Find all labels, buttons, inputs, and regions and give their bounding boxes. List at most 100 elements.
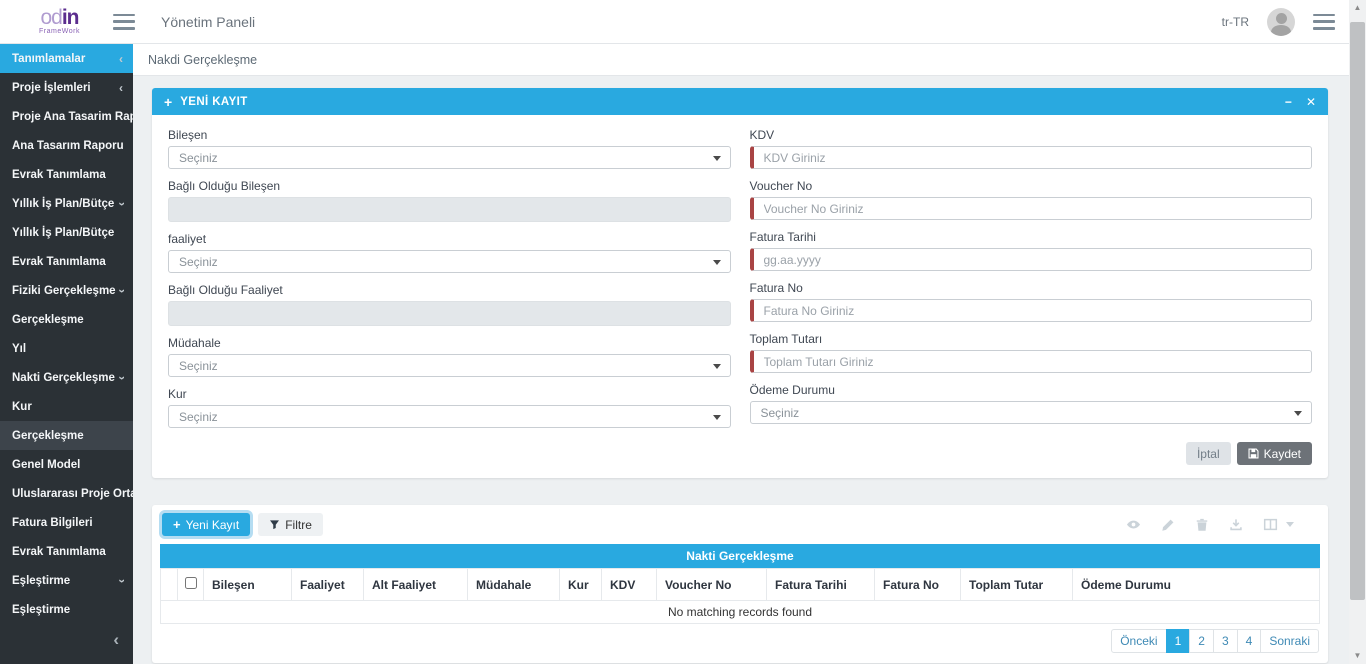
scrollbar-thumb[interactable] <box>1350 22 1365 600</box>
column-header[interactable]: Kur <box>560 569 602 601</box>
sidebar-item[interactable]: Fiziki Gerçekleşme‹ <box>0 276 133 305</box>
text-input[interactable] <box>750 248 1313 271</box>
column-header[interactable]: Voucher No <box>657 569 767 601</box>
sidebar-item[interactable]: Tanımlamalar‹ <box>0 44 133 73</box>
sidebar-toggle-icon[interactable] <box>113 14 135 30</box>
column-header[interactable]: Bileşen <box>204 569 292 601</box>
pagination-page-button[interactable]: 4 <box>1237 629 1262 653</box>
field-label: Bileşen <box>168 128 731 142</box>
cancel-button[interactable]: İptal <box>1186 442 1231 465</box>
locale-selector[interactable]: tr-TR <box>1222 15 1249 29</box>
filter-button[interactable]: Filtre <box>258 513 323 536</box>
column-header[interactable]: Faaliyet <box>292 569 364 601</box>
sidebar-item[interactable]: Gerçekleşme <box>0 421 133 450</box>
column-header[interactable]: Müdahale <box>468 569 560 601</box>
sidebar-item[interactable]: Ana Tasarım Raporu <box>0 131 133 160</box>
records-table-card: +Yeni Kayıt Filtre Nakti Gerçekleşme Bil… <box>152 505 1328 663</box>
sidebar-item-label: Evrak Tanımlama <box>12 546 106 558</box>
pagination-page-button[interactable]: 3 <box>1213 629 1238 653</box>
sidebar-item-label: Evrak Tanımlama <box>12 256 106 268</box>
sidebar-item[interactable]: Yıl <box>0 334 133 363</box>
select-input[interactable]: Seçiniz <box>168 405 731 428</box>
user-avatar[interactable] <box>1267 8 1295 36</box>
sidebar-item[interactable]: Evrak Tanımlama <box>0 537 133 566</box>
app-logo[interactable]: odin FrameWork <box>0 0 105 44</box>
close-icon[interactable]: ✕ <box>1306 96 1316 108</box>
text-input[interactable] <box>750 146 1313 169</box>
pagination-prev-button[interactable]: Önceki <box>1111 629 1166 653</box>
sidebar-menu: Tanımlamalar‹ Proje İşlemleri ‹ Proje Ana T… <box>0 44 133 624</box>
select-value: Seçiniz <box>179 359 218 373</box>
select-all-cell <box>178 569 204 601</box>
column-header[interactable]: KDV <box>602 569 657 601</box>
settings-menu-icon[interactable] <box>1313 14 1335 30</box>
column-header[interactable]: Fatura Tarihi <box>767 569 875 601</box>
disabled-input <box>168 301 731 326</box>
column-header[interactable]: Toplam Tutar <box>961 569 1073 601</box>
select-all-checkbox[interactable] <box>185 577 197 589</box>
empty-message: No matching records found <box>161 601 1320 624</box>
pagination-row: Önceki1234Sonraki <box>160 624 1320 655</box>
sidebar-item[interactable]: Nakti Gerçekleşme‹ <box>0 363 133 392</box>
new-record-panel: + YENİ KAYIT − ✕ BileşenSeçinizBağlı Old… <box>152 88 1328 478</box>
edit-icon[interactable] <box>1161 518 1175 532</box>
sidebar-item-label: Proje İşlemleri <box>12 82 91 94</box>
pagination-page-button[interactable]: 1 <box>1166 629 1191 653</box>
sidebar-item[interactable]: Kur <box>0 392 133 421</box>
scroll-down-icon[interactable]: ▼ <box>1349 648 1366 664</box>
logo-part1: od <box>40 6 61 29</box>
text-input[interactable] <box>750 299 1313 322</box>
save-button[interactable]: Kaydet <box>1237 442 1312 465</box>
sidebar-item[interactable]: Fatura Bilgileri <box>0 508 133 537</box>
minimize-icon[interactable]: − <box>1285 96 1292 108</box>
sidebar-item[interactable]: Proje İşlemleri ‹ <box>0 73 133 102</box>
field-label: Müdahale <box>168 336 731 350</box>
form-field: Bileşen Seçiniz <box>168 128 731 169</box>
scroll-up-icon[interactable]: ▲ <box>1349 0 1366 16</box>
column-header[interactable]: Ödeme Durumu <box>1073 569 1320 601</box>
chevron-down-icon[interactable] <box>1286 522 1294 527</box>
select-input[interactable]: Seçiniz <box>168 354 731 377</box>
pagination-page-button[interactable]: 2 <box>1189 629 1214 653</box>
chevron-left-icon: ‹ <box>119 81 123 95</box>
sidebar-item[interactable]: Eşleştirme‹ <box>0 566 133 595</box>
download-icon[interactable] <box>1229 518 1243 532</box>
records-table: BileşenFaaliyet Alt Faaliyet MüdahaleKurKD… <box>160 568 1320 624</box>
column-header-label: Toplam Tutar <box>969 578 1043 592</box>
column-header-label: Fatura Tarihi <box>775 578 847 592</box>
sidebar-item[interactable]: Genel Model <box>0 450 133 479</box>
columns-icon[interactable] <box>1263 517 1278 532</box>
select-input[interactable]: Seçiniz <box>750 401 1313 424</box>
save-label: Kaydet <box>1264 447 1301 461</box>
sidebar-item-label: Kur <box>12 401 32 413</box>
filter-icon <box>269 519 280 530</box>
sidebar-item[interactable]: Gerçekleşme <box>0 305 133 334</box>
sidebar-item-label: Genel Model <box>12 459 80 471</box>
view-icon[interactable] <box>1126 517 1141 532</box>
logo-text: odin <box>40 9 78 27</box>
text-input[interactable] <box>750 350 1313 373</box>
select-input[interactable]: Seçiniz <box>168 146 731 169</box>
sidebar-collapse-icon[interactable]: ‹ <box>113 630 119 650</box>
sidebar-item[interactable]: Yıllık İş Plan/Bütçe <box>0 218 133 247</box>
sidebar-item[interactable]: Yıllık İş Plan/Bütçe‹ <box>0 189 133 218</box>
select-input[interactable]: Seçiniz <box>168 250 731 273</box>
sidebar-item[interactable]: Proje Ana Tasarim Raporu‹ <box>0 102 133 131</box>
new-record-button[interactable]: +Yeni Kayıt <box>162 513 250 536</box>
form-field: KurSeçiniz <box>168 387 731 428</box>
sidebar-item[interactable]: Eşleştirme <box>0 595 133 624</box>
sidebar-item[interactable]: Evrak Tanımlama <box>0 160 133 189</box>
column-header[interactable]: Fatura No <box>875 569 961 601</box>
sidebar-item-label: Evrak Tanımlama <box>12 169 106 181</box>
sidebar-item[interactable]: Uluslararası Proje Ortağı <box>0 479 133 508</box>
column-header-label: Alt Faaliyet <box>372 578 436 592</box>
delete-icon[interactable] <box>1195 518 1209 532</box>
panel-body: BileşenSeçinizBağlı Olduğu Bileşenfaaliy… <box>152 115 1328 440</box>
text-input[interactable] <box>750 197 1313 220</box>
sidebar-item-label: Uluslararası Proje Ortağı <box>12 488 133 500</box>
sidebar-item[interactable]: Evrak Tanımlama <box>0 247 133 276</box>
column-header[interactable]: Alt Faaliyet <box>364 569 468 601</box>
vertical-scrollbar[interactable]: ▲ ▼ <box>1349 0 1366 664</box>
pagination-next-button[interactable]: Sonraki <box>1260 629 1319 653</box>
table-title-bar: Nakti Gerçekleşme <box>160 544 1320 568</box>
